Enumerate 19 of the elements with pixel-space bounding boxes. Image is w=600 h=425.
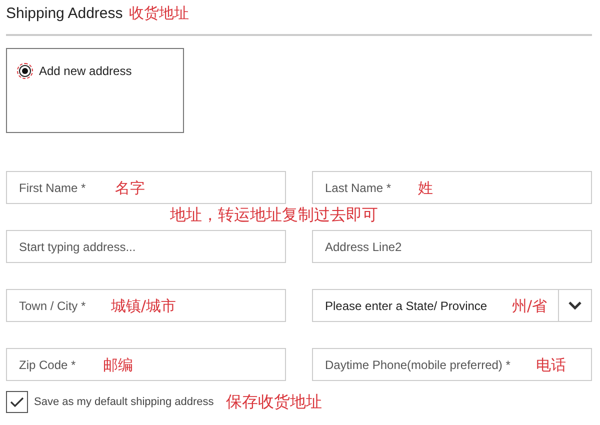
- chevron-down-icon: [568, 301, 582, 310]
- annotation-note: 电话: [536, 356, 566, 375]
- annotation-note: 邮编: [103, 356, 133, 375]
- annotation-note: 州/省: [512, 297, 548, 316]
- address-card[interactable]: Add new address: [6, 48, 184, 133]
- annotation-note: 姓: [418, 179, 433, 198]
- annotation-note: 地址，转运地址复制过去即可: [170, 205, 378, 226]
- section-title: Shipping Address: [6, 5, 123, 22]
- radio-button[interactable]: [19, 65, 31, 77]
- check-icon: [9, 396, 25, 408]
- input-field[interactable]: Address Line2: [312, 230, 592, 263]
- annotation-note: 名字: [115, 179, 145, 198]
- annotation-note: 保存收货地址: [226, 392, 322, 412]
- annotation-note: 城镇/城市: [111, 297, 176, 316]
- option-label: Add new address: [39, 64, 132, 78]
- input-field[interactable]: Start typing address...: [6, 230, 286, 263]
- checkbox-label: Save as my default shipping address: [34, 396, 214, 408]
- annotation-note: 收货地址: [128, 4, 189, 23]
- checkbox[interactable]: [6, 391, 28, 413]
